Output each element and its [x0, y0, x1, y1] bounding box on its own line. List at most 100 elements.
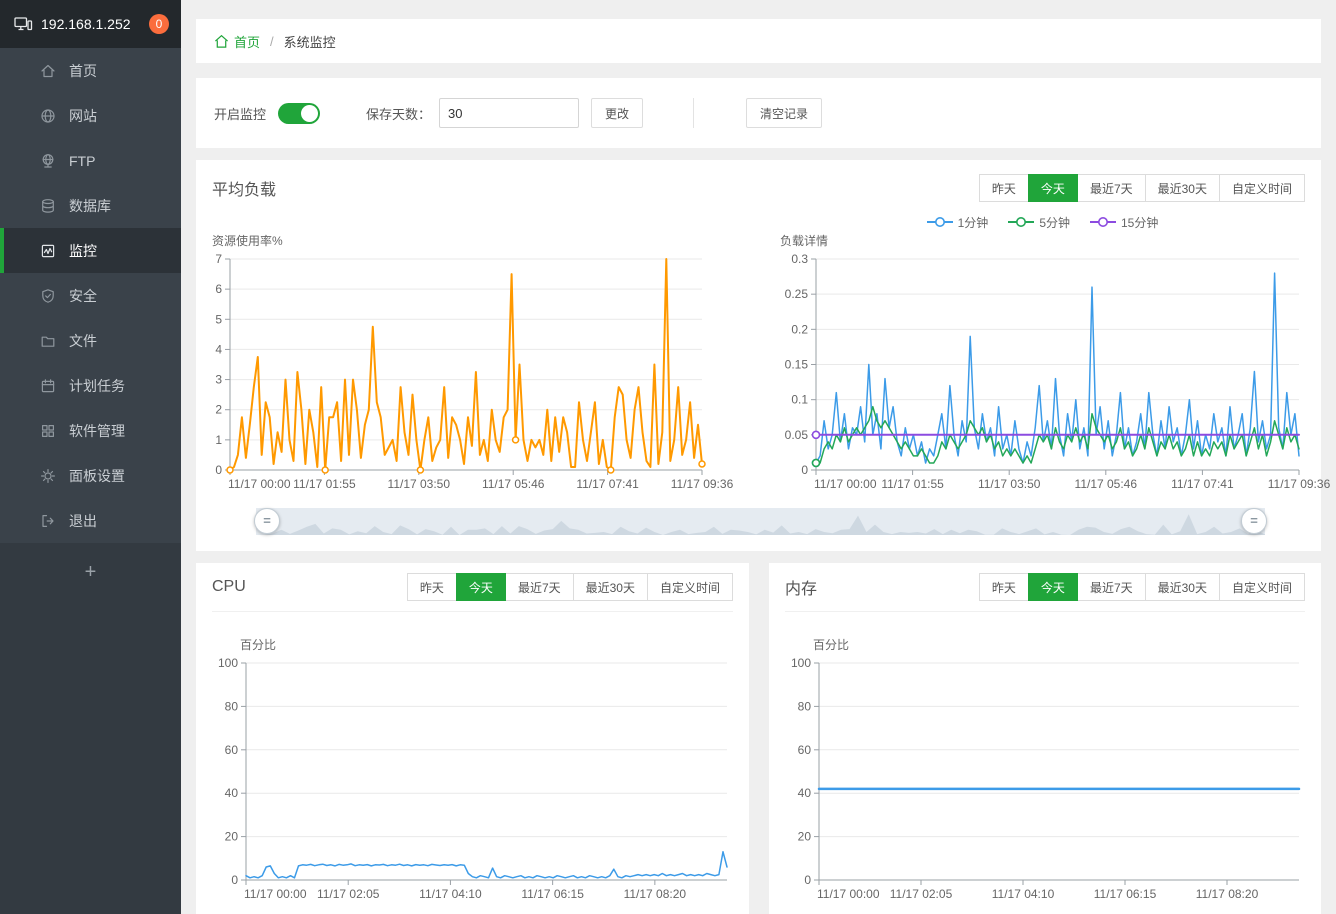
- load-panel: 平均负载 昨天今天最近7天最近30天自定义时间 资源使用率% 012345671…: [196, 160, 1321, 551]
- time-filter-button[interactable]: 今天: [1028, 174, 1078, 202]
- sidebar-item-apps-grid[interactable]: 软件管理: [0, 408, 181, 453]
- sidebar-item-shield-check[interactable]: 安全: [0, 273, 181, 318]
- time-filter-button[interactable]: 自定义时间: [1219, 573, 1305, 601]
- message-count-badge[interactable]: 0: [149, 14, 169, 34]
- sidebar-item-label: 网站: [69, 106, 97, 126]
- sidebar-item-database[interactable]: 数据库: [0, 183, 181, 228]
- main-content: 首页 / 系统监控 开启监控 保存天数： 更改 清空记录 平均负载 昨天今天最近…: [181, 0, 1336, 914]
- sidebar-item-globe[interactable]: 网站: [0, 93, 181, 138]
- sidebar-item-label: 监控: [69, 241, 97, 261]
- svg-text:11/17 09:36: 11/17 09:36: [1268, 477, 1331, 491]
- svg-text:11/17 05:46: 11/17 05:46: [482, 477, 545, 491]
- logout-icon: [40, 512, 57, 529]
- memory-chart-label: 百分比: [813, 636, 1305, 656]
- svg-text:5: 5: [215, 312, 222, 326]
- breadcrumb-home-link[interactable]: 首页: [214, 32, 260, 51]
- home-icon: [40, 62, 57, 79]
- svg-text:11/17 00:00: 11/17 00:00: [814, 477, 877, 491]
- svg-text:11/17 03:50: 11/17 03:50: [978, 477, 1041, 491]
- clear-records-button[interactable]: 清空记录: [746, 98, 822, 128]
- time-filter-button[interactable]: 最近30天: [573, 573, 648, 601]
- load-panel-header: 平均负载 昨天今天最近7天最近30天自定义时间: [212, 174, 1305, 202]
- sidebar-item-label: 面板设置: [69, 466, 125, 486]
- svg-text:1: 1: [215, 433, 222, 447]
- svg-text:0.15: 0.15: [785, 358, 809, 372]
- svg-text:11/17 00:00: 11/17 00:00: [244, 887, 307, 901]
- svg-text:11/17 00:00: 11/17 00:00: [817, 887, 880, 901]
- svg-text:100: 100: [791, 656, 811, 670]
- database-icon: [40, 197, 57, 214]
- time-filter-button[interactable]: 最近7天: [1077, 174, 1146, 202]
- memory-panel-header: 内存 昨天今天最近7天最近30天自定义时间: [785, 563, 1305, 612]
- svg-text:11/17 07:41: 11/17 07:41: [576, 477, 639, 491]
- sidebar-item-label: 首页: [69, 61, 97, 81]
- sidebar-item-label: 计划任务: [69, 376, 125, 396]
- time-filter-button[interactable]: 最近30天: [1145, 174, 1220, 202]
- breadcrumb-current: 系统监控: [284, 32, 336, 51]
- memory-panel: 内存 昨天今天最近7天最近30天自定义时间 百分比 02040608010011…: [769, 563, 1321, 914]
- shield-check-icon: [40, 287, 57, 304]
- svg-text:0: 0: [215, 463, 222, 477]
- time-filter-button[interactable]: 自定义时间: [1219, 174, 1305, 202]
- svg-text:11/17 08:20: 11/17 08:20: [624, 887, 687, 901]
- svg-text:11/17 06:15: 11/17 06:15: [1094, 887, 1157, 901]
- change-button[interactable]: 更改: [591, 98, 643, 128]
- time-filter-button[interactable]: 昨天: [407, 573, 457, 601]
- bottom-panels-row: CPU 昨天今天最近7天最近30天自定义时间 百分比 0204060801001…: [196, 563, 1321, 914]
- legend-item[interactable]: 1分钟: [927, 214, 989, 231]
- toggle-knob: [301, 105, 318, 122]
- calendar-icon: [40, 377, 57, 394]
- time-filter-button[interactable]: 昨天: [979, 573, 1029, 601]
- sidebar-menu: 首页网站 FTP数据库监控安全文件计划任务软件管理面板设置退出: [0, 48, 181, 543]
- monitor-toggle-label: 开启监控: [214, 104, 266, 123]
- save-days-input[interactable]: [439, 98, 579, 128]
- sidebar-item-ftp[interactable]: FTP: [0, 138, 181, 183]
- svg-text:0: 0: [801, 463, 808, 477]
- legend-item[interactable]: 15分钟: [1090, 214, 1158, 231]
- svg-text:40: 40: [798, 786, 812, 800]
- time-filter-button[interactable]: 最近7天: [1077, 573, 1146, 601]
- svg-text:60: 60: [225, 743, 239, 757]
- time-filter-button[interactable]: 今天: [456, 573, 506, 601]
- sidebar-item-monitor-chart[interactable]: 监控: [0, 228, 181, 273]
- monitor-controls: 开启监控 保存天数： 更改 清空记录: [196, 78, 1321, 148]
- add-menu-button[interactable]: +: [0, 543, 181, 584]
- legend-marker-icon: [1090, 216, 1116, 228]
- svg-text:11/17 04:10: 11/17 04:10: [419, 887, 482, 901]
- legend-item[interactable]: 5分钟: [1008, 214, 1070, 231]
- svg-text:11/17 00:00: 11/17 00:00: [228, 477, 291, 491]
- svg-text:40: 40: [225, 786, 239, 800]
- sidebar-item-logout[interactable]: 退出: [0, 498, 181, 543]
- svg-text:11/17 07:41: 11/17 07:41: [1171, 477, 1234, 491]
- svg-text:11/17 09:36: 11/17 09:36: [671, 477, 734, 491]
- sidebar-item-label: 软件管理: [69, 421, 125, 441]
- load-detail-legend: 1分钟 5分钟 15分钟: [780, 212, 1305, 232]
- time-filter-button[interactable]: 昨天: [979, 174, 1029, 202]
- svg-text:0: 0: [231, 873, 238, 887]
- sidebar-item-home[interactable]: 首页: [0, 48, 181, 93]
- time-filter-button[interactable]: 最近7天: [505, 573, 574, 601]
- load-panel-title: 平均负载: [212, 176, 276, 200]
- time-filter-button[interactable]: 自定义时间: [647, 573, 733, 601]
- datazoom-left-handle[interactable]: =: [254, 508, 280, 534]
- app-root: 192.168.1.252 0 首页网站FTP数据库监控安全文件计划任务软件管理…: [0, 0, 1336, 914]
- load-detail-chart-label: 负载详情: [780, 232, 1305, 252]
- sidebar-item-calendar[interactable]: 计划任务: [0, 363, 181, 408]
- svg-text:11/17 05:46: 11/17 05:46: [1075, 477, 1138, 491]
- memory-chart: 02040608010011/17 00:0011/17 02:0511/17 …: [785, 656, 1305, 908]
- sidebar-item-folder[interactable]: 文件: [0, 318, 181, 363]
- svg-text:6: 6: [215, 282, 222, 296]
- globe-icon: [40, 107, 57, 124]
- time-filter-button[interactable]: 最近30天: [1145, 573, 1220, 601]
- datazoom-right-handle[interactable]: =: [1241, 508, 1267, 534]
- monitor-toggle[interactable]: [278, 103, 320, 124]
- cpu-panel-header: CPU 昨天今天最近7天最近30天自定义时间: [212, 563, 733, 612]
- svg-text:11/17 01:55: 11/17 01:55: [293, 477, 356, 491]
- time-filter-button[interactable]: 今天: [1028, 573, 1078, 601]
- datazoom-slider[interactable]: = =: [256, 508, 1265, 535]
- svg-text:11/17 03:50: 11/17 03:50: [388, 477, 451, 491]
- breadcrumb-separator: /: [270, 34, 274, 49]
- svg-text:2: 2: [215, 403, 222, 417]
- server-monitor-icon: [14, 16, 33, 33]
- sidebar-item-gear[interactable]: 面板设置: [0, 453, 181, 498]
